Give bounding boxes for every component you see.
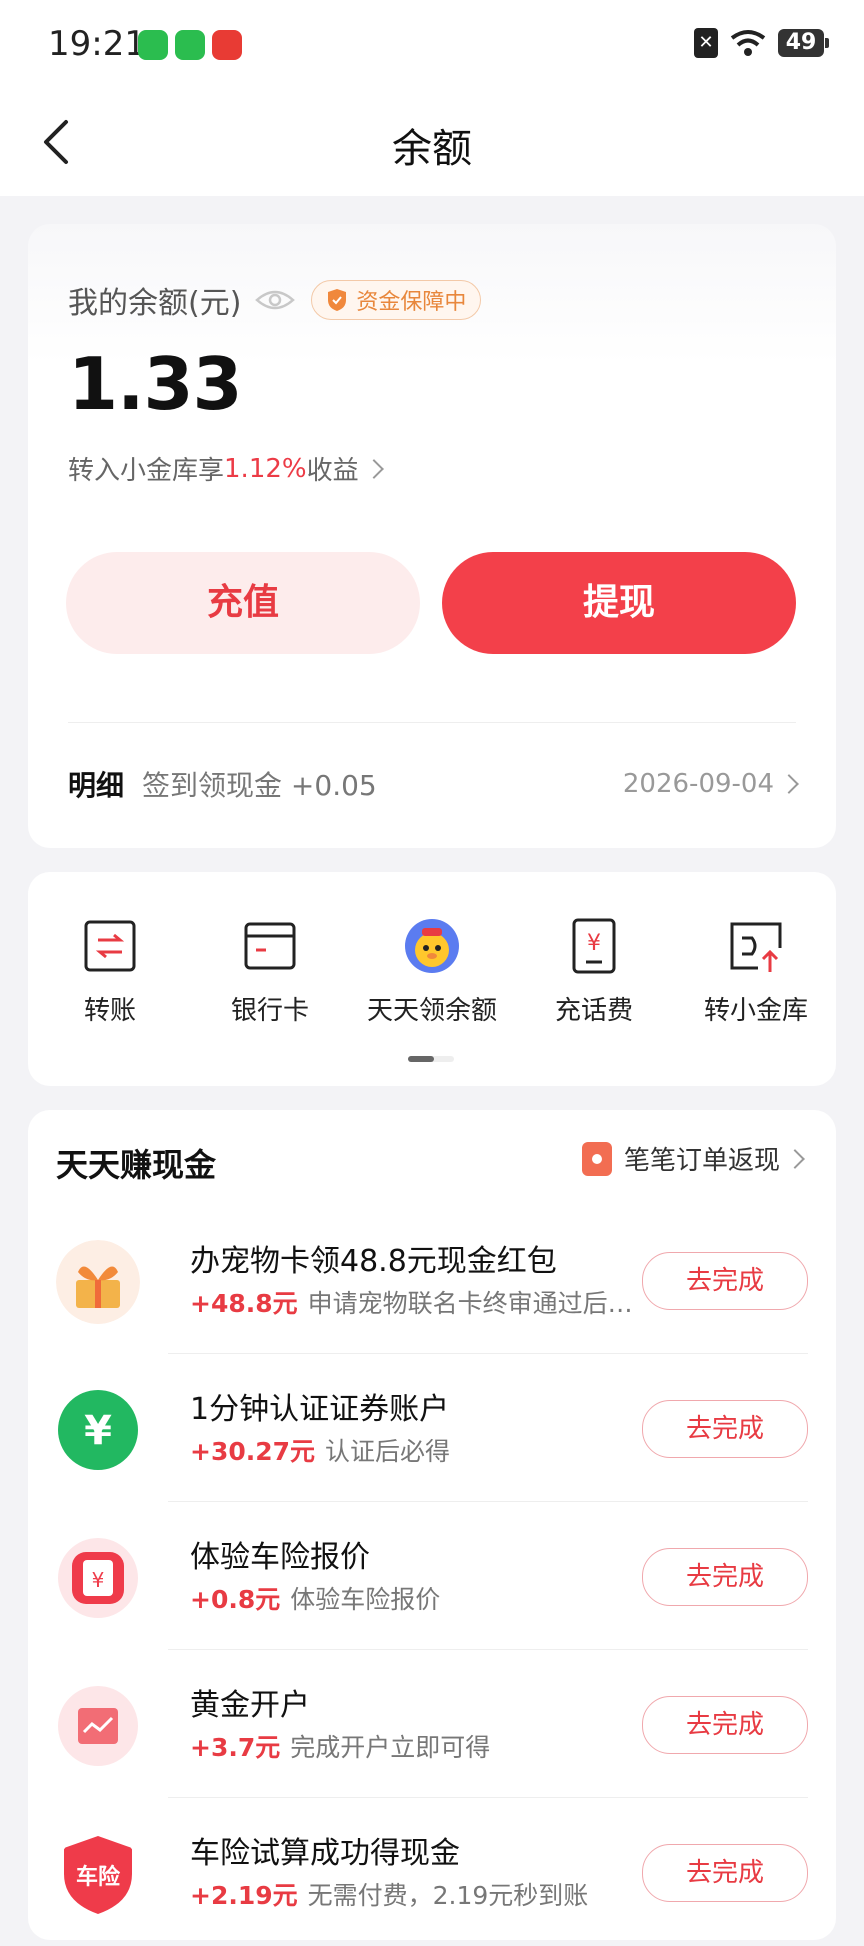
gift-icon <box>56 1240 140 1324</box>
task-item: 办宠物卡领48.8元现金红包 +48.8元 申请宠物联名卡终审通过后可得 去完成 <box>56 1206 808 1354</box>
wechat-icon <box>175 30 205 60</box>
action-vault-transfer[interactable]: 转小金库 <box>676 918 836 1027</box>
action-bank-card[interactable]: 银行卡 <box>190 918 350 1027</box>
task-title: 1分钟认证证券账户 <box>190 1392 450 1427</box>
task-complete-button[interactable]: 去完成 <box>642 1844 808 1902</box>
detail-date-wrap: 2026-09-04 <box>622 769 799 799</box>
vault-promo-link[interactable]: 转入小金库享 1.12% 收益 <box>68 450 384 487</box>
task-item: 车险 车险试算成功得现金 +2.19元 无需付费，2.19元秒到账 去完成 <box>56 1798 808 1946</box>
svg-text:¥: ¥ <box>84 1408 112 1454</box>
promo-suffix: 收益 <box>306 456 359 486</box>
task-desc: 认证后必得 <box>325 1437 451 1466</box>
promo-rate: 1.12% <box>224 453 307 484</box>
car-insurance-icon: 车险 <box>64 1836 132 1914</box>
withdraw-button[interactable]: 提现 <box>442 552 796 654</box>
status-time: 19:21 <box>48 24 146 64</box>
phone-recharge-icon: ¥ <box>572 918 616 974</box>
balance-label: 我的余额(元) <box>68 286 242 321</box>
action-label: 充话费 <box>554 996 633 1026</box>
chevron-right-icon <box>779 774 799 794</box>
wifi-icon <box>730 30 766 56</box>
task-reward: +30.27元 <box>190 1437 316 1466</box>
task-complete-button[interactable]: 去完成 <box>642 1400 808 1458</box>
page-indicator-active <box>408 1056 434 1062</box>
task-item: ¥ 体验车险报价 +0.8元 体验车险报价 去完成 <box>56 1502 808 1650</box>
car-insurance-icon-text: 车险 <box>76 1864 121 1890</box>
nav-bar: 余额 <box>0 92 864 196</box>
task-title: 黄金开户 <box>190 1688 310 1723</box>
quick-actions-card: 转账 银行卡 天天领余额 ¥ 充话费 转小金库 <box>28 872 836 1086</box>
shield-icon <box>328 289 347 311</box>
task-reward: +3.7元 <box>190 1733 281 1762</box>
page-indicator <box>408 1056 454 1062</box>
order-cashback-link[interactable]: 笔笔订单返现 <box>581 1140 805 1177</box>
wechat-icon <box>138 30 168 60</box>
task-title: 办宠物卡领48.8元现金红包 <box>190 1244 557 1279</box>
battery-icon: 49 <box>778 29 829 57</box>
balance-card: 我的余额(元) 资金保障中 1.33 转入小金库享 1.12% 收益 充值 提现… <box>28 224 836 848</box>
action-label: 转小金库 <box>703 996 808 1026</box>
detail-desc: 签到领现金 +0.05 <box>142 769 377 802</box>
task-desc: 无需付费，2.19元秒到账 <box>307 1881 589 1910</box>
gold-account-icon <box>58 1686 138 1766</box>
action-daily-balance[interactable]: 天天领余额 <box>352 918 512 1027</box>
chevron-right-icon <box>785 1148 805 1169</box>
mascot-icon <box>405 919 459 973</box>
chevron-right-icon <box>363 458 384 479</box>
balance-label-row: 我的余额(元) 资金保障中 <box>68 278 482 322</box>
task-title: 体验车险报价 <box>190 1540 370 1575</box>
task-sub: +30.27元 认证后必得 <box>190 1432 650 1468</box>
task-sub: +0.8元 体验车险报价 <box>190 1580 650 1616</box>
svg-text:¥: ¥ <box>92 1568 105 1592</box>
action-transfer[interactable]: 转账 <box>30 918 190 1027</box>
page-title: 余额 <box>392 126 472 172</box>
task-desc: 体验车险报价 <box>290 1585 441 1614</box>
bank-card-icon <box>244 922 296 970</box>
order-cashback-text: 笔笔订单返现 <box>623 1146 780 1176</box>
status-bar: 19:21 ✕ 49 <box>0 0 864 92</box>
action-label: 转账 <box>83 996 136 1026</box>
fund-guarantee-text: 资金保障中 <box>356 290 467 315</box>
app-notification-icon <box>212 30 242 60</box>
action-label: 银行卡 <box>230 996 309 1026</box>
svg-text:¥: ¥ <box>587 931 601 956</box>
task-desc: 申请宠物联名卡终审通过后可得 <box>307 1289 650 1318</box>
detail-label: 明细 <box>68 769 125 802</box>
task-complete-button[interactable]: 去完成 <box>642 1548 808 1606</box>
eye-icon[interactable] <box>255 286 296 314</box>
recharge-button[interactable]: 充值 <box>66 552 420 654</box>
yuan-coin-icon: ¥ <box>58 1390 138 1470</box>
promo-prefix: 转入小金库享 <box>68 456 225 486</box>
task-complete-button[interactable]: 去完成 <box>642 1696 808 1754</box>
task-reward: +48.8元 <box>190 1289 298 1318</box>
task-sub: +3.7元 完成开户立即可得 <box>190 1728 650 1764</box>
task-desc: 完成开户立即可得 <box>290 1733 491 1762</box>
task-sub: +48.8元 申请宠物联名卡终审通过后可得 <box>190 1284 650 1320</box>
cashback-icon <box>581 1141 612 1176</box>
vault-transfer-icon <box>730 922 782 972</box>
task-item: ¥ 1分钟认证证券账户 +30.27元 认证后必得 去完成 <box>56 1354 808 1502</box>
task-sub: +2.19元 无需付费，2.19元秒到账 <box>190 1876 650 1912</box>
action-label: 天天领余额 <box>366 996 497 1026</box>
detail-date: 2026-09-04 <box>622 769 774 799</box>
action-phone-recharge[interactable]: ¥ 充话费 <box>514 918 674 1027</box>
task-reward: +2.19元 <box>190 1881 298 1910</box>
transfer-icon <box>84 920 136 972</box>
divider <box>68 722 796 723</box>
tasks-title: 天天赚现金 <box>56 1146 217 1184</box>
task-item: 黄金开户 +3.7元 完成开户立即可得 去完成 <box>56 1650 808 1798</box>
sim-off-icon: ✕ <box>694 28 718 58</box>
insurance-quote-icon: ¥ <box>58 1538 138 1618</box>
task-reward: +0.8元 <box>190 1585 281 1614</box>
task-title: 车险试算成功得现金 <box>190 1836 460 1871</box>
task-complete-button[interactable]: 去完成 <box>642 1252 808 1310</box>
fund-guarantee-badge[interactable]: 资金保障中 <box>311 280 482 320</box>
detail-row[interactable]: 明细 签到领现金 +0.05 2026-09-04 <box>68 764 799 804</box>
balance-amount: 1.33 <box>68 342 243 426</box>
tasks-card: 天天赚现金 笔笔订单返现 办宠物卡领48.8元现金红包 +48.8元 申请宠物联名… <box>28 1110 836 1940</box>
